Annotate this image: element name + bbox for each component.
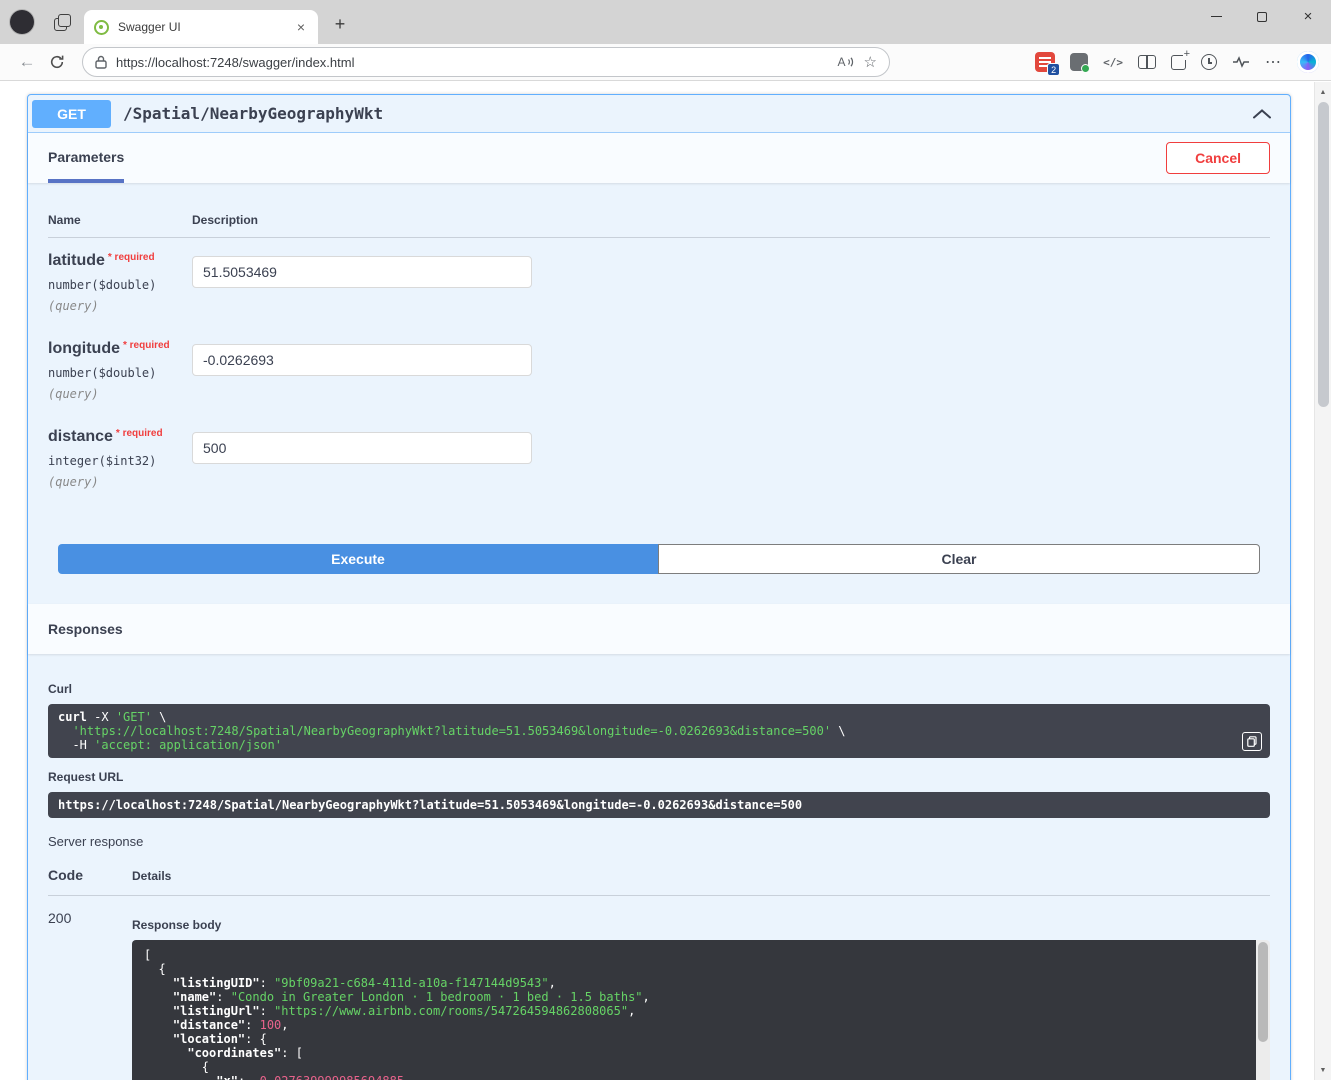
parameter-row-latitude: latitude* required number($double) (quer… <box>48 238 1270 326</box>
longitude-input[interactable] <box>192 344 532 376</box>
responses-section: Curl curl -X 'GET' \ 'https://localhost:… <box>28 654 1290 1080</box>
parameters-table: Name Description latitude* required numb… <box>28 183 1290 502</box>
parameter-name: longitude* required <box>48 340 192 358</box>
parameter-location: (query) <box>48 475 192 489</box>
parameter-location: (query) <box>48 387 192 401</box>
scrollbar-thumb[interactable] <box>1318 102 1329 407</box>
cancel-button[interactable]: Cancel <box>1166 142 1270 174</box>
response-body-label: Response body <box>132 918 1270 932</box>
swagger-favicon-icon <box>94 20 109 35</box>
response-body: [ { "listingUID": "9bf09a21-c684-411d-a1… <box>132 940 1256 1080</box>
code-column-header: Code <box>48 867 132 883</box>
response-table-header: Code Details <box>48 867 1270 896</box>
latitude-input[interactable] <box>192 256 532 288</box>
collapse-button[interactable] <box>1244 104 1280 124</box>
lock-icon[interactable] <box>95 55 107 69</box>
chevron-up-icon <box>1252 108 1272 120</box>
parameter-row-distance: distance* required integer($int32) (quer… <box>48 414 1270 502</box>
parameters-table-header: Name Description <box>48 183 1270 238</box>
details-column-header: Details <box>132 869 171 883</box>
scrollbar-down-arrow[interactable]: ▼ <box>1315 1062 1331 1078</box>
name-column-header: Name <box>48 213 192 227</box>
parameters-tab[interactable]: Parameters <box>48 133 124 183</box>
curl-label: Curl <box>48 682 1270 696</box>
parameter-row-longitude: longitude* required number($double) (que… <box>48 326 1270 414</box>
parameter-name: distance* required <box>48 428 192 446</box>
read-aloud-letter: A <box>838 55 846 69</box>
minimize-button[interactable] <box>1193 0 1239 33</box>
response-body-scrollbar-thumb[interactable] <box>1258 942 1268 1042</box>
maximize-icon <box>1257 12 1267 22</box>
read-aloud-waves <box>847 55 855 69</box>
request-url-value: https://localhost:7248/Spatial/NearbyGeo… <box>48 792 1270 818</box>
browser-window: Swagger UI × + × ← https://localhost:724… <box>0 0 1331 1080</box>
request-url-label: Request URL <box>48 770 1270 784</box>
http-method-badge: GET <box>32 100 111 128</box>
refresh-icon <box>49 54 65 70</box>
scrollbar-up-arrow[interactable]: ▲ <box>1315 84 1331 100</box>
status-code: 200 <box>48 896 132 1080</box>
parameter-type: number($double) <box>48 366 192 380</box>
new-tab-button[interactable]: + <box>326 10 354 38</box>
tab-close-icon[interactable]: × <box>292 19 310 35</box>
curl-command: curl -X 'GET' \ 'https://localhost:7248/… <box>48 704 1270 758</box>
page-scrollbar[interactable]: ▲ ▼ <box>1314 82 1331 1080</box>
execute-button[interactable]: Execute <box>58 544 658 574</box>
refresh-button[interactable] <box>42 47 72 77</box>
required-label: * required <box>123 340 170 351</box>
parameter-type: integer($int32) <box>48 454 192 468</box>
tab-title: Swagger UI <box>118 20 292 34</box>
collections-icon[interactable] <box>1171 55 1186 70</box>
copilot-icon[interactable] <box>1297 51 1319 73</box>
required-label: * required <box>116 428 163 439</box>
url-text[interactable]: https://localhost:7248/swagger/index.htm… <box>116 55 829 70</box>
extension-red-icon[interactable]: 2 <box>1035 52 1055 72</box>
execute-row: Execute Clear <box>28 544 1290 574</box>
copy-to-clipboard-button[interactable] <box>1242 732 1262 751</box>
server-response-label: Server response <box>48 834 1270 849</box>
clipboard-icon <box>1247 736 1257 747</box>
minimize-icon <box>1211 16 1222 18</box>
response-row: 200 Response body [ { "listingUID": "9bf… <box>48 896 1270 1080</box>
parameter-location: (query) <box>48 299 192 313</box>
browser-essentials-icon[interactable] <box>1232 56 1250 68</box>
tab-strip: Swagger UI × + × <box>0 0 1331 44</box>
back-button[interactable]: ← <box>12 47 42 77</box>
operation-path: /Spatial/NearbyGeographyWkt <box>123 104 1244 123</box>
operation-summary[interactable]: GET /Spatial/NearbyGeographyWkt <box>28 95 1290 133</box>
description-column-header: Description <box>192 213 258 227</box>
browser-tab[interactable]: Swagger UI × <box>84 10 318 44</box>
read-aloud-icon[interactable]: A <box>838 55 855 69</box>
parameter-name: latitude* required <box>48 252 192 270</box>
parameter-type: number($double) <box>48 278 192 292</box>
parameters-header: Parameters Cancel <box>28 133 1290 183</box>
tab-actions-icon[interactable] <box>52 12 72 32</box>
required-label: * required <box>108 252 155 263</box>
address-bar[interactable]: https://localhost:7248/swagger/index.htm… <box>82 47 890 77</box>
split-screen-icon[interactable] <box>1138 55 1156 69</box>
page-content: GET /Spatial/NearbyGeographyWkt Paramete… <box>0 82 1314 1080</box>
history-icon[interactable] <box>1201 54 1217 70</box>
profile-avatar-icon[interactable] <box>10 10 34 34</box>
clear-button[interactable]: Clear <box>658 544 1260 574</box>
extension-badge: 2 <box>1047 63 1060 76</box>
operation-block-get: GET /Spatial/NearbyGeographyWkt Paramete… <box>27 94 1291 1080</box>
close-window-button[interactable]: × <box>1285 0 1331 33</box>
more-menu-icon[interactable]: ⋯ <box>1265 52 1282 72</box>
maximize-button[interactable] <box>1239 0 1285 33</box>
navigation-bar: ← https://localhost:7248/swagger/index.h… <box>0 44 1331 81</box>
extension-c-icon[interactable]: </> <box>1103 56 1123 69</box>
distance-input[interactable] <box>192 432 532 464</box>
responses-header: Responses <box>28 604 1290 654</box>
window-controls: × <box>1193 0 1331 33</box>
responses-title: Responses <box>48 621 123 637</box>
toolbar-icons: 2 </> ⋯ <box>1035 51 1319 73</box>
extension-b-icon[interactable] <box>1070 53 1088 71</box>
favorites-icon[interactable]: ☆ <box>864 53 877 71</box>
response-body-scrollbar[interactable] <box>1256 940 1270 1080</box>
